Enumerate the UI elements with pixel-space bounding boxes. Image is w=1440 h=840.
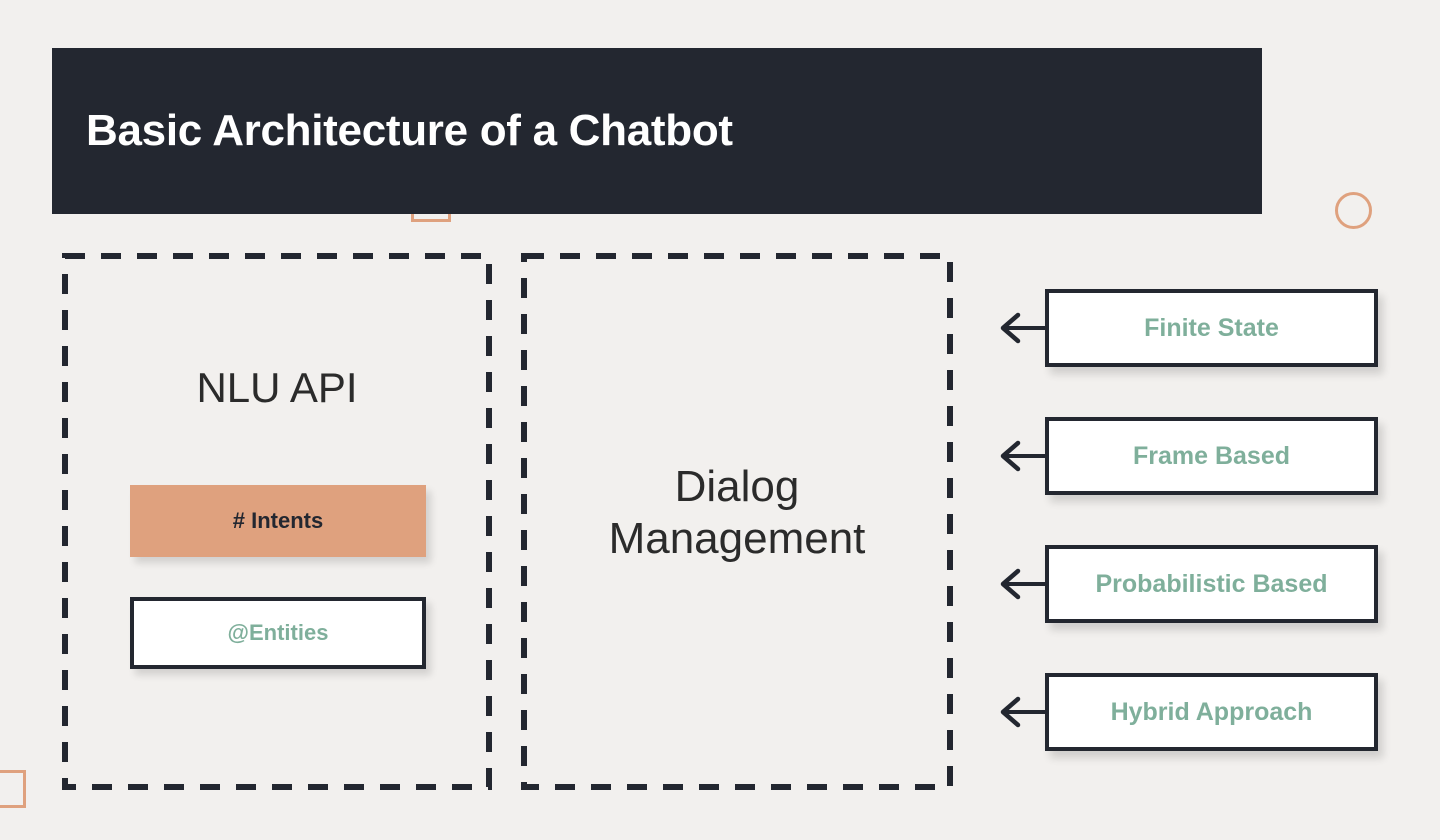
option-label: Frame Based <box>1132 441 1291 470</box>
circle-outline-right-icon <box>1335 192 1372 229</box>
square-outline-bottom-left-icon <box>0 770 26 808</box>
option-box-hybrid-approach[interactable]: Hybrid Approach <box>1045 673 1378 751</box>
arrow-left-icon <box>1000 568 1050 600</box>
page-title: Basic Architecture of a Chatbot <box>86 106 733 155</box>
panel-nlu-heading: NLU API <box>196 364 358 411</box>
panel-dialog-heading: Dialog Management <box>521 461 953 565</box>
panel-nlu-api: NLU API # Intents @Entities <box>62 253 492 790</box>
chip-intents-label: # Intents <box>232 508 324 533</box>
option-box-frame-based[interactable]: Frame Based <box>1045 417 1378 495</box>
option-label: Finite State <box>1144 313 1279 342</box>
arrow-left-icon <box>1000 696 1050 728</box>
arrow-left-icon <box>1000 440 1050 472</box>
option-row-frame-based: Frame Based <box>996 417 1378 495</box>
option-row-hybrid-approach: Hybrid Approach <box>996 673 1378 751</box>
header-banner: Basic Architecture of a Chatbot <box>52 48 1262 214</box>
chip-entities[interactable]: @Entities <box>130 597 426 669</box>
option-row-probabilistic-based: Probabilistic Based <box>996 545 1378 623</box>
chip-intents[interactable]: # Intents <box>130 485 426 557</box>
option-box-finite-state[interactable]: Finite State <box>1045 289 1378 367</box>
option-label: Probabilistic Based <box>1095 569 1328 598</box>
arrow-left-icon <box>1000 312 1050 344</box>
option-label: Hybrid Approach <box>1110 697 1313 726</box>
chip-entities-label: @Entities <box>227 620 329 645</box>
panel-dialog-heading-line2: Management <box>608 513 866 563</box>
panel-dialog-management: Dialog Management <box>521 253 953 790</box>
option-box-probabilistic-based[interactable]: Probabilistic Based <box>1045 545 1378 623</box>
option-row-finite-state: Finite State <box>996 289 1378 367</box>
panel-dialog-heading-line1: Dialog <box>674 462 800 511</box>
slide-canvas: Basic Architecture of a Chatbot NLU API … <box>0 0 1440 840</box>
